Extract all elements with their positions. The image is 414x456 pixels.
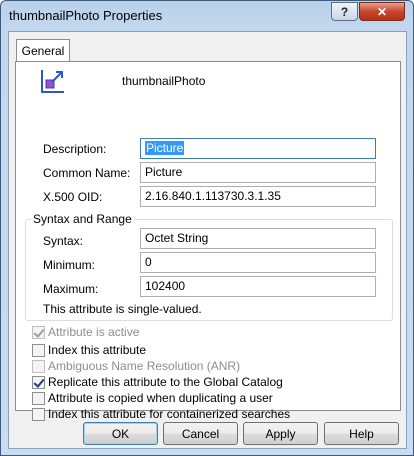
replicate-gc-checkbox[interactable] — [32, 375, 45, 389]
ok-button[interactable]: OK — [83, 422, 158, 445]
index-attribute-checkbox[interactable] — [32, 343, 45, 357]
index-attribute-label[interactable]: Index this attribute — [48, 343, 146, 357]
attribute-active-checkbox — [32, 325, 45, 339]
containerized-search-label[interactable]: Index this attribute for containerized s… — [48, 407, 290, 421]
copied-duplicating-checkbox[interactable] — [32, 391, 45, 405]
checkbox-anr: Ambiguous Name Resolution (ANR) — [32, 359, 240, 373]
maximum-field[interactable]: 102400 — [140, 276, 376, 297]
help-button[interactable]: Help — [324, 422, 399, 445]
description-value: Picture — [145, 141, 185, 155]
description-field[interactable]: Picture — [140, 138, 376, 159]
syntax-field[interactable]: Octet String — [140, 228, 376, 249]
minimum-field[interactable]: 0 — [140, 252, 376, 273]
general-tab-panel: thumbnailPhoto Description: Picture Comm… — [15, 61, 401, 421]
window-title: thumbnailPhoto Properties — [9, 8, 163, 23]
attribute-active-label: Attribute is active — [48, 325, 140, 339]
checkbox-containerized-search[interactable]: Index this attribute for containerized s… — [32, 407, 290, 421]
common-name-field[interactable]: Picture — [140, 162, 376, 183]
properties-dialog: thumbnailPhoto Properties ? ✕ General th… — [0, 0, 414, 456]
help-title-button[interactable]: ? — [331, 2, 358, 21]
oid-field[interactable]: 2.16.840.1.113730.3.1.35 — [140, 186, 376, 207]
anr-label: Ambiguous Name Resolution (ANR) — [48, 359, 241, 373]
syntax-label: Syntax: — [43, 234, 84, 248]
replicate-gc-label[interactable]: Replicate this attribute to the Global C… — [48, 375, 283, 389]
checkbox-copied-duplicating[interactable]: Attribute is copied when duplicating a u… — [32, 391, 273, 405]
title-bar[interactable]: thumbnailPhoto Properties ? ✕ — [1, 1, 413, 31]
minimum-label: Minimum: — [43, 258, 96, 272]
close-button[interactable]: ✕ — [359, 2, 405, 21]
apply-button[interactable]: Apply — [243, 422, 318, 445]
checkbox-index-attribute[interactable]: Index this attribute — [32, 343, 146, 357]
syntax-range-title: Syntax and Range — [31, 212, 134, 226]
checkbox-attribute-active: Attribute is active — [32, 325, 139, 339]
maximum-label: Maximum: — [43, 282, 99, 296]
attribute-name: thumbnailPhoto — [122, 74, 206, 88]
checkbox-replicate-gc[interactable]: Replicate this attribute to the Global C… — [32, 375, 283, 389]
schema-attribute-icon — [41, 70, 64, 93]
containerized-search-checkbox[interactable] — [32, 407, 45, 421]
header-divider — [28, 102, 388, 103]
oid-label: X.500 OID: — [43, 190, 103, 204]
copied-duplicating-label[interactable]: Attribute is copied when duplicating a u… — [48, 391, 273, 405]
tab-general[interactable]: General — [16, 39, 70, 62]
dialog-client-area: General thumbnailPhoto Description: Pict… — [8, 31, 407, 449]
cancel-button[interactable]: Cancel — [163, 422, 238, 445]
common-name-label: Common Name: — [43, 166, 131, 180]
anr-checkbox — [32, 359, 45, 373]
single-valued-note: This attribute is single-valued. — [43, 302, 202, 316]
description-label: Description: — [43, 142, 107, 156]
